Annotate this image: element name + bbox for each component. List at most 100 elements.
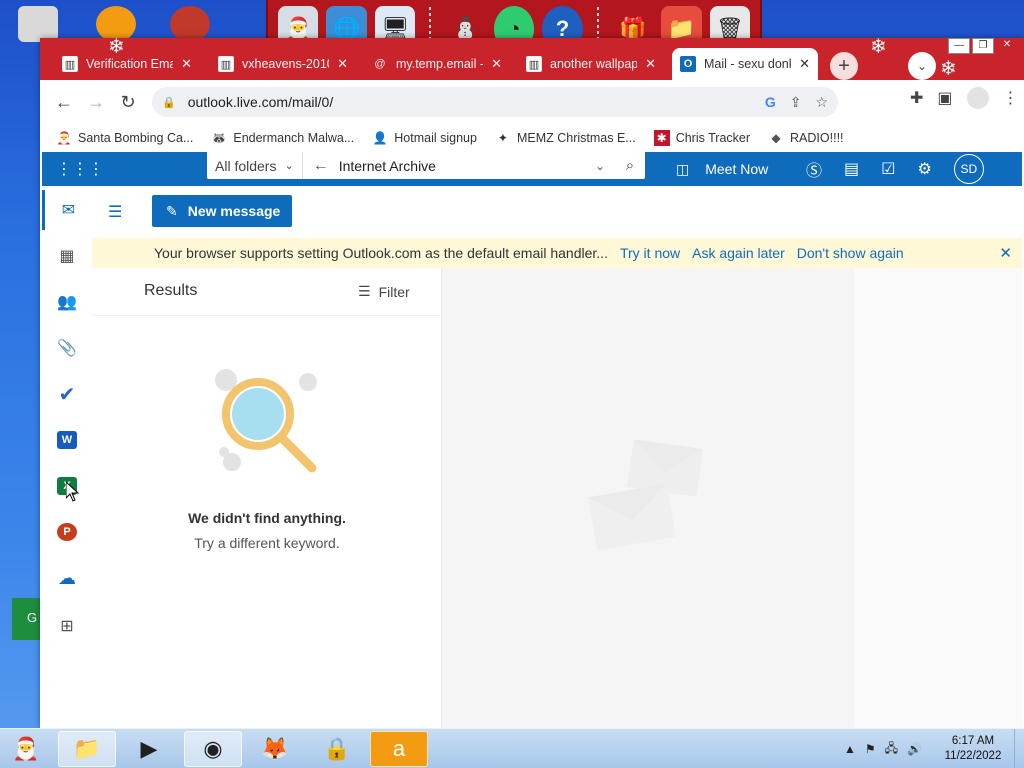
people-icon[interactable]: 👥 [42, 282, 92, 322]
maximize-button[interactable]: ❐ [972, 38, 994, 54]
minimize-button[interactable]: — [948, 38, 970, 54]
mail-icon[interactable]: ✉ [42, 190, 92, 230]
try-it-now-link[interactable]: Try it now [620, 245, 680, 261]
close-icon[interactable]: ✕ [645, 56, 656, 72]
video-camera-icon: ◫ [676, 160, 690, 177]
app-launcher-icon[interactable]: ⋮⋮⋮ [56, 152, 104, 186]
close-icon[interactable]: ✕ [799, 56, 810, 72]
ask-again-later-link[interactable]: Ask again later [692, 245, 785, 261]
tab-outlook-mail[interactable]: O Mail - sexu donk ✕ [672, 48, 818, 80]
account-avatar[interactable]: SD [953, 154, 984, 184]
teams-icon[interactable]: ▤ [844, 159, 859, 179]
search-box[interactable]: All folders ⌄ ← Internet Archive ⌄ ⌕ [207, 152, 645, 179]
profile-avatar-icon[interactable] [966, 87, 989, 109]
tab-verification-email[interactable]: ▥ Verification Emai ✕ [54, 48, 200, 80]
santa-icon: 🎅 [56, 131, 72, 145]
search-input[interactable]: Internet Archive [339, 158, 585, 174]
close-icon[interactable]: ✕ [491, 56, 502, 72]
flag-icon[interactable]: ⚑ [865, 742, 876, 756]
close-icon[interactable]: ✕ [999, 244, 1012, 262]
taskbar-chrome[interactable]: ◉ [184, 731, 242, 767]
taskbar-media-player[interactable]: ▶ [120, 731, 178, 767]
meet-now-button[interactable]: ◫ Meet Now [676, 152, 768, 186]
person-icon: 👤 [372, 131, 388, 145]
tab-temp-email[interactable]: @ my.temp.email - ✕ [364, 48, 510, 80]
dont-show-again-link[interactable]: Don't show again [797, 245, 904, 261]
chevron-down-icon[interactable]: ⌄ [585, 159, 615, 173]
bookmark-memz[interactable]: ✦ MEMZ Christmas E... [495, 130, 636, 146]
show-hidden-icons-icon[interactable]: ▲ [844, 742, 856, 756]
system-clock[interactable]: 6:17 AM 11/22/2022 [940, 734, 1006, 764]
bookmark-radio[interactable]: ◆ RADIO!!!! [768, 130, 843, 146]
snowflake-icon: ❄ [940, 58, 957, 80]
bookmark-santa-bombing[interactable]: 🎅 Santa Bombing Ca... [56, 130, 194, 146]
filter-icon: ☰ [358, 283, 371, 299]
forward-button[interactable]: → [80, 86, 112, 118]
results-title: Results [144, 282, 198, 299]
taskbar-file-explorer[interactable]: 📁 [58, 731, 116, 767]
desktop-recycle-icon[interactable] [18, 6, 58, 42]
onedrive-icon[interactable]: ☁ [42, 558, 92, 598]
tab-vxheavens[interactable]: ▥ vxheavens-2010 ✕ [210, 48, 356, 80]
tab-search-button[interactable]: ⌄ [908, 52, 936, 80]
start-santa-icon[interactable]: 🎅 [4, 731, 48, 767]
star-icon[interactable]: ☆ [815, 94, 828, 111]
new-message-button[interactable]: ✎ New message [152, 195, 292, 227]
tab-label: Verification Emai [86, 57, 174, 71]
url-text[interactable]: outlook.live.com/mail/0/ [188, 94, 765, 110]
reload-button[interactable]: ↻ [112, 86, 144, 118]
close-icon[interactable]: ✕ [337, 56, 348, 72]
todo-check-icon[interactable]: ✔ [42, 374, 92, 414]
skype-icon[interactable]: Ⓢ [806, 157, 822, 181]
results-list-pane: Results ☰ Filter We didn't find anything… [92, 268, 442, 728]
tab-wallpaper[interactable]: ▥ another wallpape ✕ [518, 48, 664, 80]
extensions-icon[interactable]: ✚ [910, 88, 923, 108]
bookmark-label: Endermanch Malwa... [233, 131, 355, 145]
attachment-icon[interactable]: 📎 [42, 328, 92, 368]
folder-scope-dropdown[interactable]: All folders ⌄ [207, 152, 303, 179]
taskbar-avast[interactable]: a [370, 731, 428, 767]
bookmark-hotmail-signup[interactable]: 👤 Hotmail signup [372, 130, 477, 146]
calendar-icon[interactable]: ▦ [42, 236, 92, 276]
show-desktop-button[interactable] [1014, 729, 1024, 768]
address-bar[interactable]: 🔒 outlook.live.com/mail/0/ G ⇪ ☆ [152, 87, 838, 117]
volume-icon[interactable]: 🔊 [907, 742, 922, 756]
mouse-cursor-icon [66, 482, 80, 502]
bookmark-label: Chris Tracker [675, 131, 751, 145]
bookmark-icon: ✱ [653, 130, 670, 146]
new-tab-button[interactable]: + [830, 52, 858, 80]
exit-search-icon[interactable]: ← [303, 157, 339, 175]
close-icon[interactable]: ✕ [181, 56, 192, 72]
taskbar: 🎅 📁 ▶ ◉ 🦊 🔒 a ▲ ⚑ 🖧 🔊 6:17 AM 11/22/2022 [0, 728, 1024, 768]
back-button[interactable]: ← [48, 86, 80, 118]
settings-gear-icon[interactable]: ⚙ [917, 159, 931, 179]
mail-content: ☰ ✎ New message Your browser supports se… [92, 186, 1022, 728]
taskbar-secure-browser[interactable]: 🔒 [308, 731, 366, 767]
bookmark-chris-tracker[interactable]: ✱ Chris Tracker [653, 130, 751, 146]
filter-button[interactable]: ☰ Filter [358, 283, 410, 300]
todo-icon[interactable]: ☑ [881, 159, 895, 179]
bookmark-endermanch[interactable]: 🦝 Endermanch Malwa... [211, 130, 354, 146]
search-icon[interactable]: ⌕ [615, 157, 645, 174]
side-panel-icon[interactable]: ▣ [937, 88, 952, 108]
lock-icon[interactable]: 🔒 [162, 96, 176, 109]
taskbar-firefox[interactable]: 🦊 [246, 731, 304, 767]
folder-scope-label: All folders [215, 157, 277, 174]
word-icon[interactable]: W [42, 420, 92, 460]
clock-date: 11/22/2022 [944, 750, 1002, 762]
share-icon[interactable]: ⇪ [790, 94, 802, 111]
app-rail: ✉ ▦ 👥 📎 ✔ W X P ☁ ⊞ [42, 186, 92, 728]
archive-icon: ▥ [526, 56, 542, 72]
close-window-button[interactable]: ✕ [996, 38, 1018, 54]
powerpoint-icon[interactable]: P [42, 512, 92, 552]
chevron-down-icon: ⌄ [284, 160, 294, 172]
hamburger-menu-icon[interactable]: ☰ [108, 202, 122, 222]
menu-dots-icon[interactable]: ⋮ [1003, 88, 1019, 108]
compose-icon: ✎ [166, 202, 178, 219]
desktop-opera-icon[interactable] [170, 6, 210, 42]
google-icon[interactable]: G [765, 94, 776, 111]
more-apps-icon[interactable]: ⊞ [42, 606, 92, 646]
bookmark-label: Santa Bombing Ca... [78, 131, 194, 145]
network-icon[interactable]: 🖧 [885, 739, 898, 760]
tab-label: another wallpape [550, 57, 638, 71]
